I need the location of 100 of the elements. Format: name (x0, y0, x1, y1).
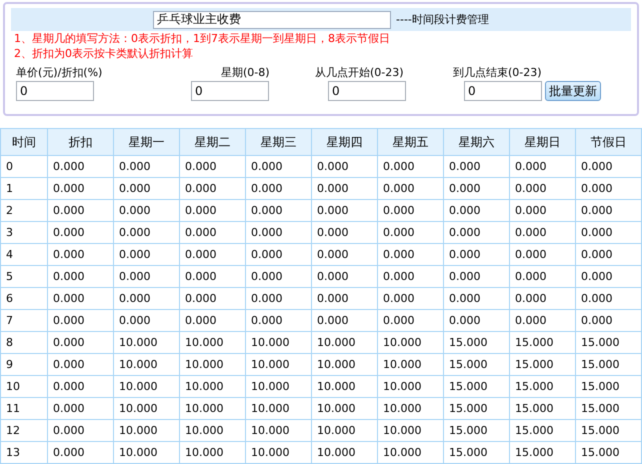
table-cell: 0.000 (48, 200, 114, 222)
input-field[interactable]: 0 (464, 81, 542, 101)
table-cell: 0.000 (48, 398, 114, 420)
table-cell: 0 (0, 156, 48, 178)
table-cell: 0.000 (378, 200, 444, 222)
table-cell: 15.000 (510, 398, 576, 420)
table-cell: 5 (0, 266, 48, 288)
table-cell: 0.000 (48, 266, 114, 288)
table-cell: 0.000 (246, 266, 312, 288)
table-cell: 10.000 (378, 376, 444, 398)
table-cell: 2 (0, 200, 48, 222)
table-cell: 0.000 (510, 266, 576, 288)
table-cell: 0.000 (312, 266, 378, 288)
table-cell: 0.000 (312, 178, 378, 200)
table-cell: 0.000 (444, 288, 510, 310)
table-cell: 10.000 (114, 442, 180, 464)
table-cell: 0.000 (180, 178, 246, 200)
table-cell: 0.000 (48, 310, 114, 332)
table-cell: 15.000 (444, 354, 510, 376)
table-cell: 0.000 (510, 222, 576, 244)
table-cell: 0.000 (444, 156, 510, 178)
table-cell: 0.000 (576, 156, 642, 178)
table-cell: 15.000 (510, 376, 576, 398)
table-cell: 10.000 (180, 354, 246, 376)
table-cell: 0.000 (246, 244, 312, 266)
table-cell: 0.000 (48, 442, 114, 464)
table-cell: 10.000 (312, 442, 378, 464)
input-field[interactable]: 0 (191, 81, 269, 101)
table-cell: 0.000 (312, 244, 378, 266)
table-cell: 15.000 (576, 376, 642, 398)
table-cell: 0.000 (444, 222, 510, 244)
table-cell: 1 (0, 178, 48, 200)
column-header: 星期五 (378, 128, 444, 156)
table-cell: 10.000 (180, 398, 246, 420)
batch-update-button[interactable]: 批量更新 (545, 81, 601, 101)
table-cell: 10.000 (378, 398, 444, 420)
column-header: 星期三 (246, 128, 312, 156)
table-cell: 10.000 (114, 398, 180, 420)
table-cell: 0.000 (378, 156, 444, 178)
column-header: 星期四 (312, 128, 378, 156)
table-cell: 12 (0, 420, 48, 442)
table-cell: 15.000 (510, 442, 576, 464)
table-cell: 0.000 (114, 244, 180, 266)
table-cell: 10.000 (114, 420, 180, 442)
column-header: 星期二 (180, 128, 246, 156)
input-field[interactable]: 0 (328, 81, 406, 101)
table-cell: 15.000 (444, 398, 510, 420)
table-cell: 0.000 (48, 354, 114, 376)
table-cell: 0.000 (246, 200, 312, 222)
column-header: 星期六 (444, 128, 510, 156)
field-label: 单价(元)/折扣(%) (16, 65, 102, 81)
table-cell: 10 (0, 376, 48, 398)
input-field[interactable]: 0 (16, 81, 94, 101)
table-cell: 0.000 (576, 266, 642, 288)
table-cell: 10.000 (180, 420, 246, 442)
table-cell: 15.000 (576, 354, 642, 376)
table-cell: 0.000 (114, 222, 180, 244)
field-label: 从几点开始(0-23) (315, 65, 404, 81)
table-cell: 15.000 (444, 442, 510, 464)
table-cell: 13 (0, 442, 48, 464)
table-cell: 0.000 (246, 156, 312, 178)
column-header: 折扣 (48, 128, 114, 156)
table-cell: 0.000 (180, 200, 246, 222)
table-cell: 10.000 (312, 354, 378, 376)
table-cell: 4 (0, 244, 48, 266)
table-cell: 0.000 (180, 244, 246, 266)
table-cell: 0.000 (312, 200, 378, 222)
table-cell: 0.000 (510, 244, 576, 266)
table-cell: 0.000 (180, 288, 246, 310)
table-cell: 0.000 (180, 156, 246, 178)
column-header: 时间 (0, 128, 48, 156)
field-label: 到几点结束(0-23) (453, 65, 542, 81)
table-cell: 0.000 (246, 288, 312, 310)
table-cell: 10.000 (378, 332, 444, 354)
table-cell: 10.000 (312, 332, 378, 354)
table-cell: 0.000 (48, 376, 114, 398)
table-cell: 0.000 (510, 310, 576, 332)
title-field[interactable]: 乒乓球业主收费 (153, 10, 391, 28)
note-text: 2、折扣为0表示按卡类默认折扣计算 (13, 46, 194, 61)
table-cell: 10.000 (180, 332, 246, 354)
table-cell: 0.000 (48, 332, 114, 354)
table-cell: 0.000 (114, 156, 180, 178)
table-cell: 10.000 (312, 420, 378, 442)
table-cell: 10.000 (246, 442, 312, 464)
table-cell: 10.000 (378, 420, 444, 442)
table-cell: 0.000 (312, 222, 378, 244)
table-cell: 0.000 (114, 288, 180, 310)
table-cell: 0.000 (378, 222, 444, 244)
table-cell: 0.000 (48, 156, 114, 178)
table-cell: 6 (0, 288, 48, 310)
table-cell: 0.000 (114, 266, 180, 288)
table-cell: 0.000 (246, 310, 312, 332)
table-cell: 0.000 (48, 178, 114, 200)
table-cell: 15.000 (444, 376, 510, 398)
table-cell: 3 (0, 222, 48, 244)
table-cell: 0.000 (378, 178, 444, 200)
table-cell: 15.000 (510, 332, 576, 354)
table-cell: 10.000 (114, 332, 180, 354)
table-cell: 0.000 (444, 200, 510, 222)
column-header: 星期日 (510, 128, 576, 156)
